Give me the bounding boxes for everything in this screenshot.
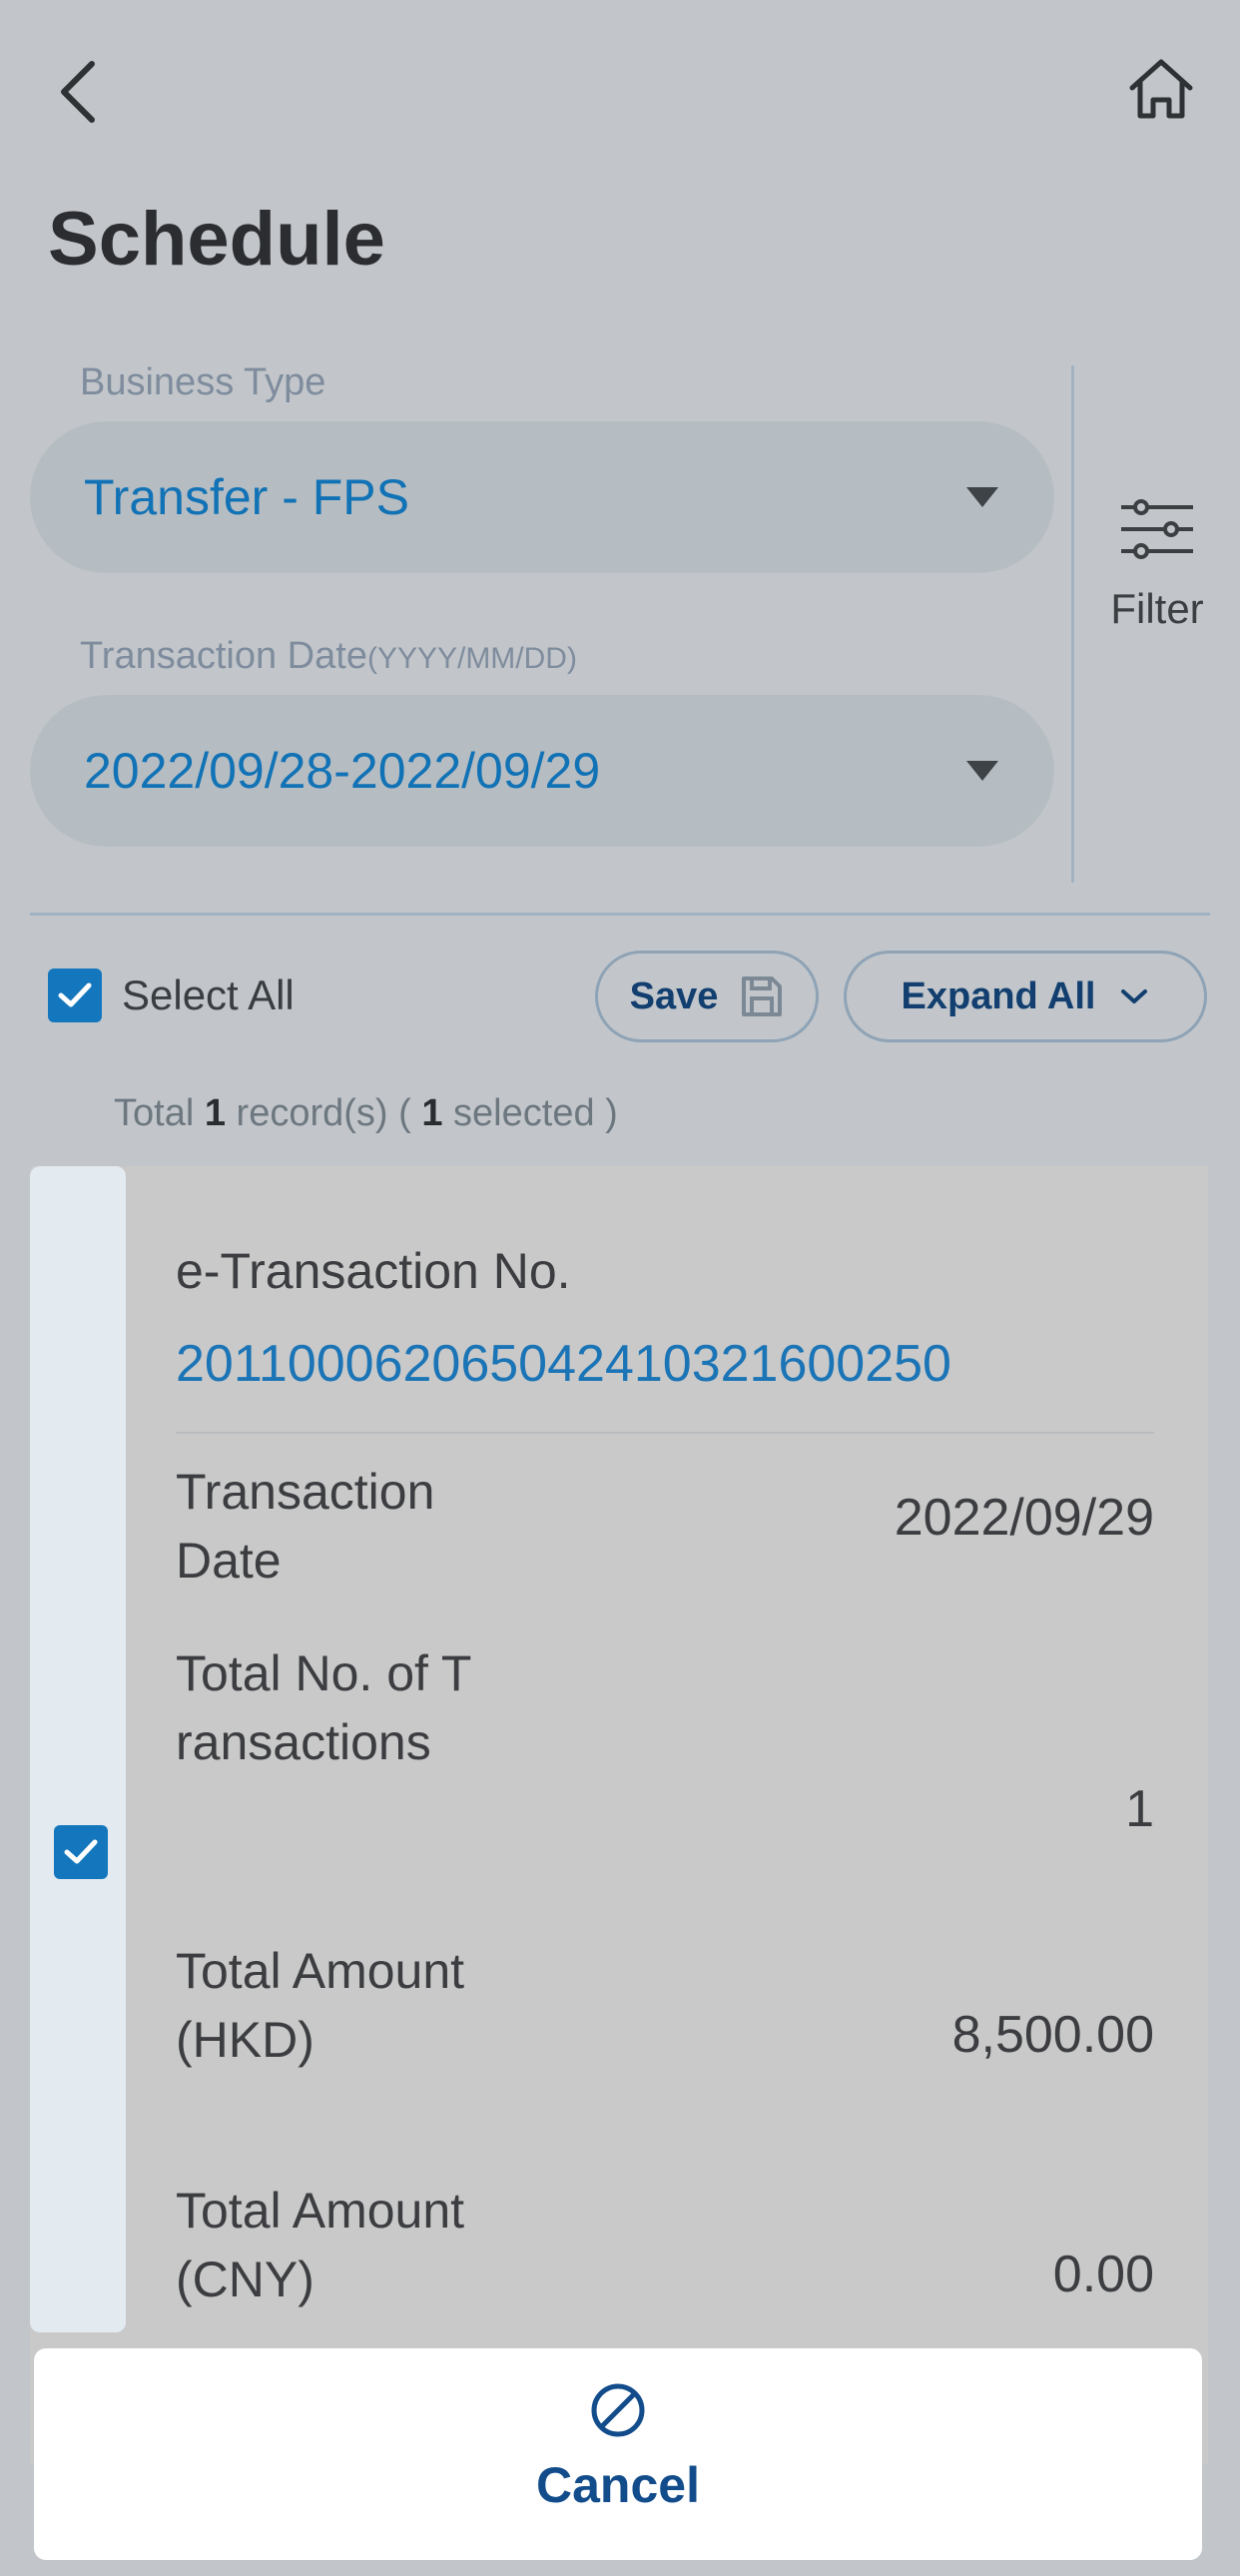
back-button[interactable] — [48, 52, 108, 132]
expand-all-label: Expand All — [901, 974, 1096, 1017]
business-type-label: Business Type — [80, 361, 325, 404]
row-label: Total Amount(HKD) — [176, 1943, 465, 2068]
select-all-label: Select All — [122, 971, 295, 1018]
row-label: Total No. of Transactions — [176, 1645, 472, 1770]
cancel-label: Cancel — [536, 2457, 700, 2513]
detail-row-total-transactions: Total No. of Transactions 1 — [176, 1625, 1154, 1925]
transaction-date-label: Transaction Date(YYYY/MM/DD) — [80, 635, 577, 678]
summary-records-text: record(s) ( — [236, 1092, 411, 1134]
sliders-icon — [1121, 499, 1193, 559]
row-value: 0.00 — [1052, 2246, 1154, 2303]
chevron-left-icon — [61, 61, 95, 123]
section-divider — [30, 913, 1210, 916]
record-card[interactable]: e-Transaction No. 2011000620650424103216… — [30, 1166, 1208, 2464]
home-button[interactable] — [1124, 52, 1198, 126]
row-value: 2022/09/29 — [894, 1489, 1154, 1547]
records-summary: Total 1 record(s) ( 1 selected ) — [114, 1092, 618, 1135]
row-value: 1 — [1125, 1780, 1154, 1838]
row-value: 8,500.00 — [951, 2006, 1154, 2064]
caret-down-icon — [966, 761, 998, 781]
filter-button[interactable]: Filter — [1074, 499, 1240, 679]
caret-down-icon — [966, 487, 998, 507]
chevron-down-icon — [1121, 989, 1148, 1003]
home-icon — [1129, 59, 1193, 119]
business-type-value: Transfer - FPS — [84, 469, 409, 525]
summary-prefix: Total — [114, 1092, 195, 1134]
row-label: Transaction Date — [176, 1464, 435, 1589]
schedule-screen: Schedule Business Type Transfer - FPS Tr… — [0, 0, 1240, 2576]
selected-count: 1 — [421, 1092, 443, 1134]
floppy-disk-icon — [742, 976, 783, 1016]
total-records-count: 1 — [204, 1092, 226, 1134]
detail-row-transaction-date: Transaction Date 2022/09/29 — [176, 1456, 1154, 1615]
select-all-toggle[interactable]: Select All — [48, 968, 295, 1022]
prohibited-icon — [591, 2383, 645, 2437]
save-label: Save — [629, 974, 719, 1017]
save-button[interactable]: Save — [595, 951, 819, 1042]
detail-row-total-amount-hkd: Total Amount(HKD) 8,500.00 — [176, 1925, 1154, 2155]
record-select-column[interactable] — [30, 1166, 126, 2332]
expand-all-button[interactable]: Expand All — [844, 951, 1207, 1042]
filter-label: Filter — [1110, 585, 1204, 632]
transaction-date-select[interactable]: 2022/09/28-2022/09/29 — [30, 695, 1054, 847]
transaction-date-value: 2022/09/28-2022/09/29 — [84, 743, 601, 799]
record-checkbox[interactable] — [54, 1825, 108, 1879]
page-title: Schedule — [48, 197, 385, 282]
check-icon — [58, 982, 92, 1007]
etx-value: 201100062065042410321600250 — [176, 1335, 951, 1393]
cancel-button[interactable]: Cancel — [34, 2348, 1202, 2560]
business-type-label-text: Business Type — [80, 361, 326, 403]
summary-selected-text: selected ) — [453, 1092, 618, 1134]
row-label: Total Amount(CNY) — [176, 2183, 465, 2307]
select-all-checkbox[interactable] — [48, 968, 102, 1022]
business-type-select[interactable]: Transfer - FPS — [30, 421, 1054, 573]
check-icon — [64, 1839, 98, 1864]
etx-label: e-Transaction No. — [176, 1243, 571, 1299]
transaction-date-label-text: Transaction Date — [80, 635, 367, 677]
date-format-hint: (YYYY/MM/DD) — [366, 642, 577, 675]
record-details: e-Transaction No. 2011000620650424103216… — [176, 1166, 1154, 2464]
record-divider — [176, 1432, 1154, 1434]
